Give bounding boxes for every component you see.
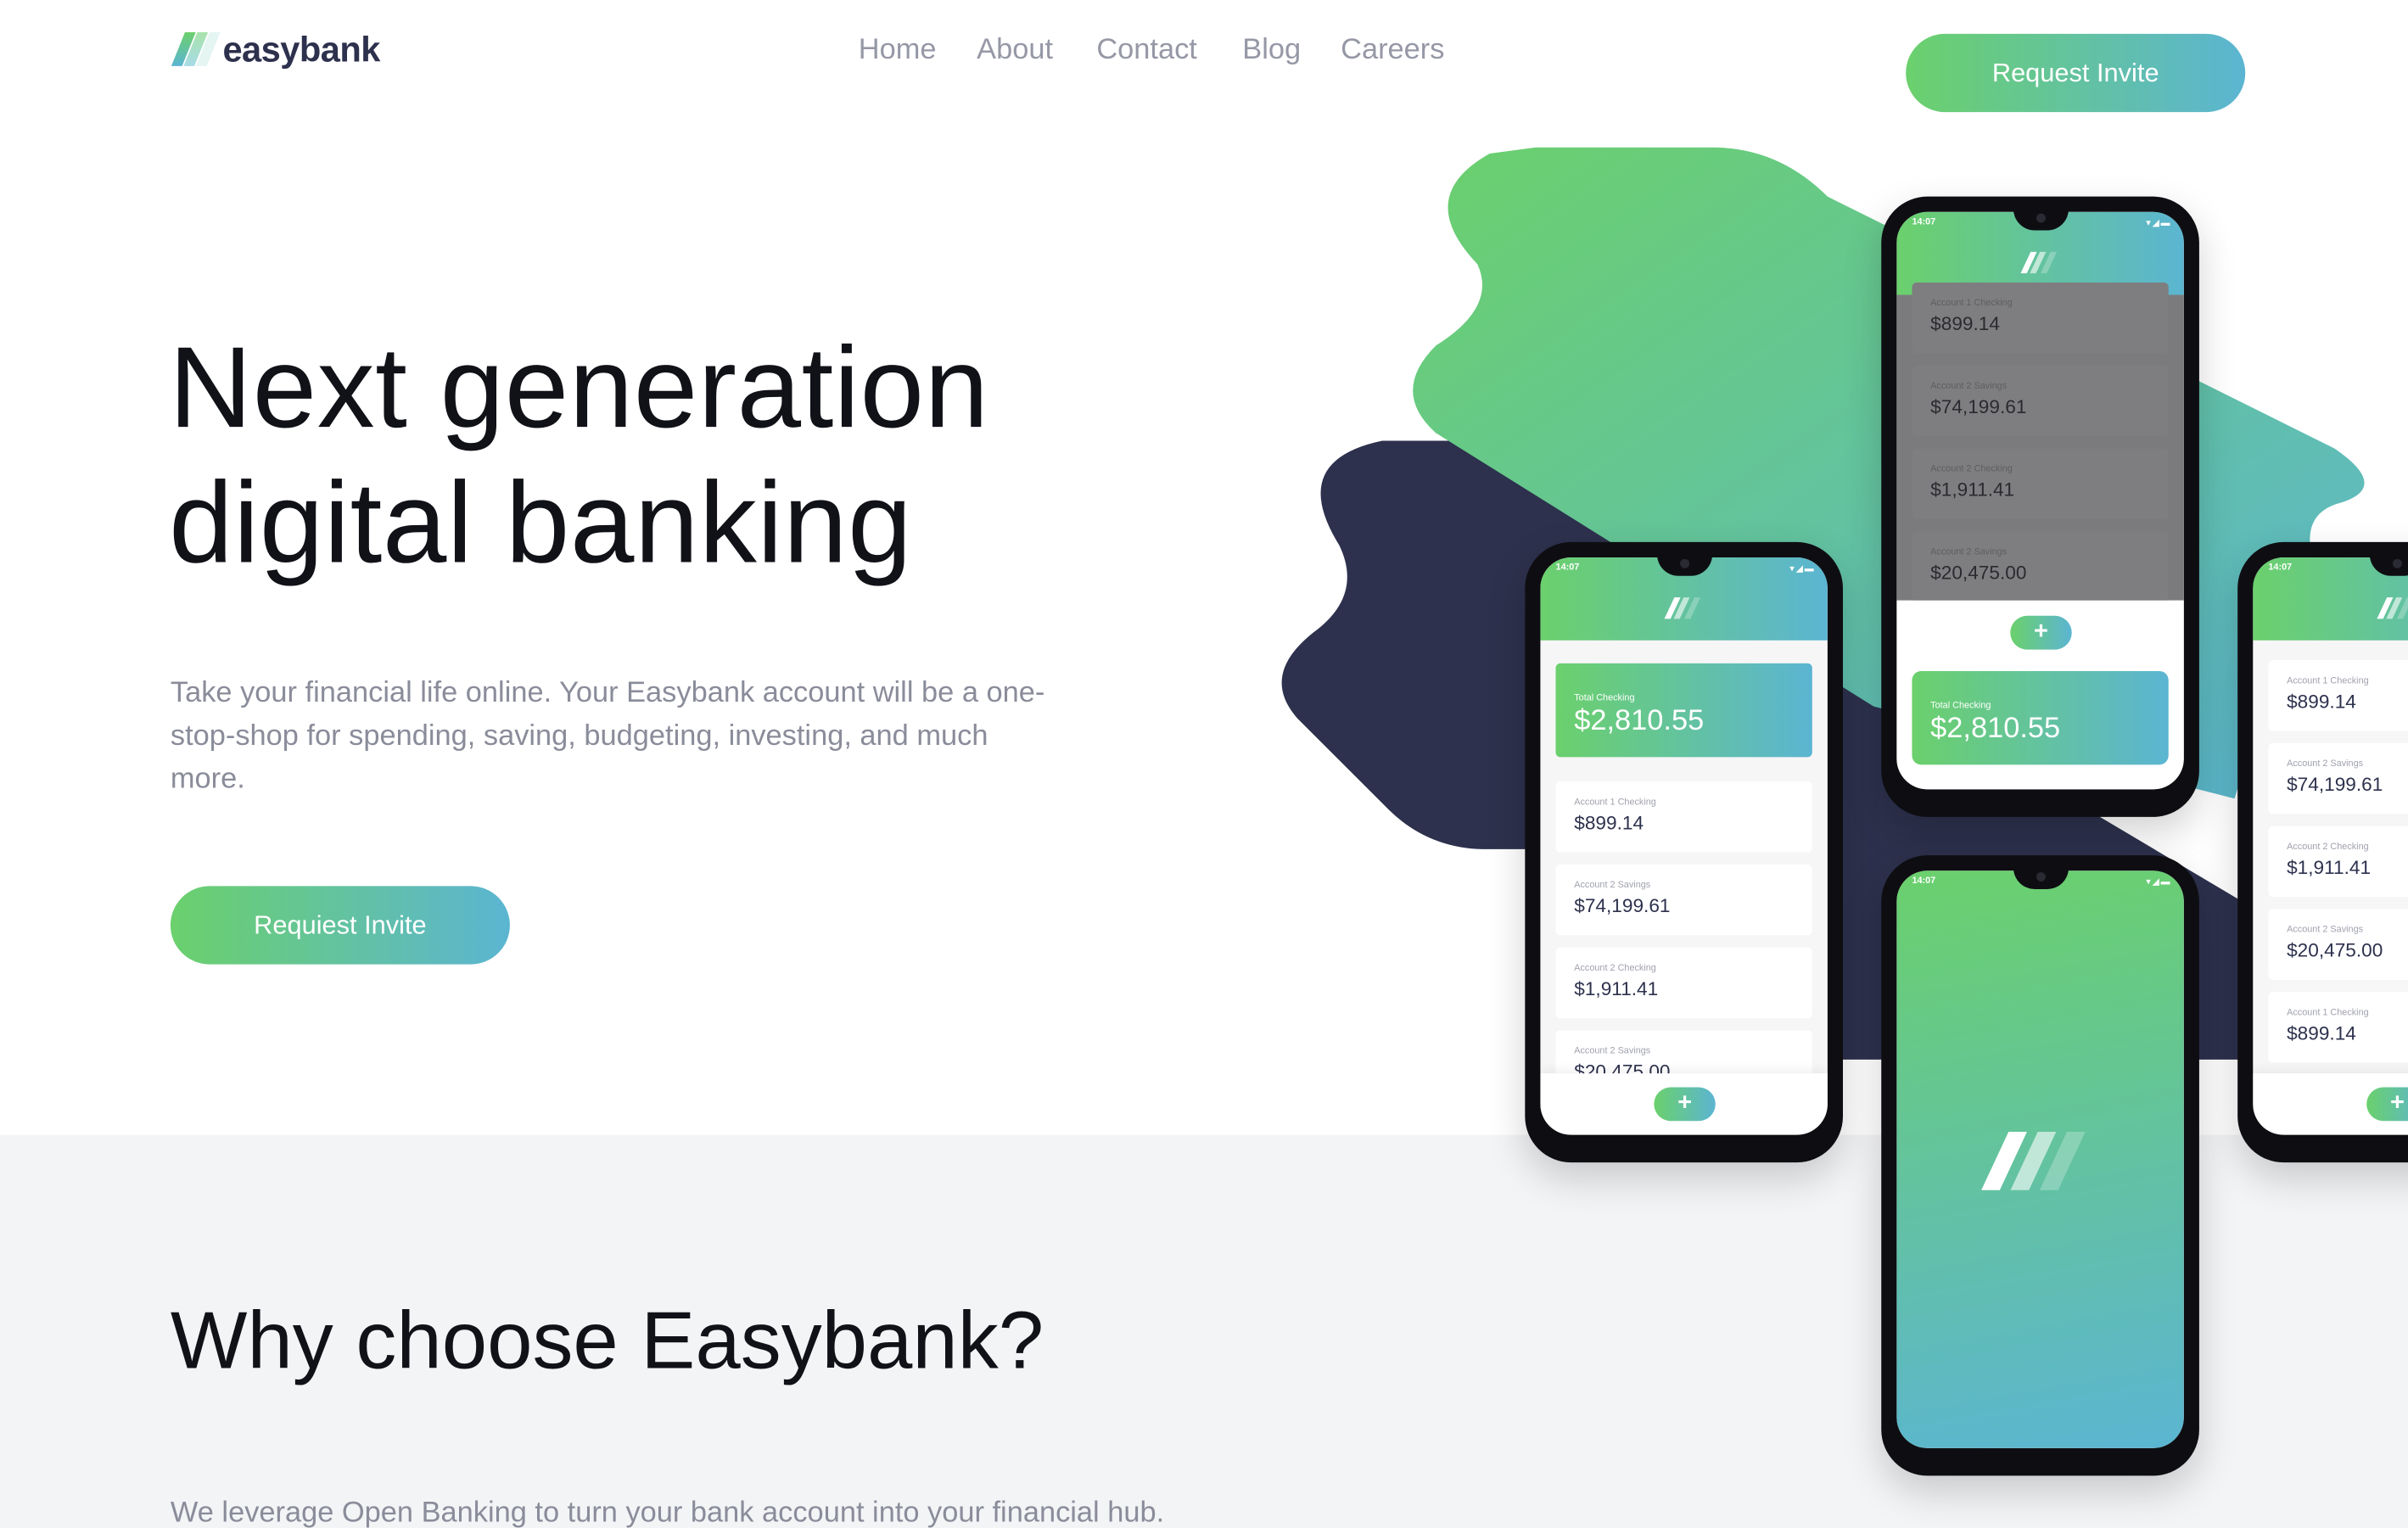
bottom-sheet: + Total Checking $2,810.55: [1896, 600, 2184, 790]
account-label: Account 1 Checking: [1574, 798, 1656, 809]
hero-title-line2: digital banking: [169, 457, 913, 587]
account-amount: $74,199.61: [2287, 774, 2383, 796]
why-title: Why choose Easybank?: [170, 1296, 1044, 1387]
account-amount: $899.14: [1574, 812, 1644, 834]
header-request-invite-button[interactable]: Request Invite: [1906, 33, 2246, 113]
app-logo-icon: [1664, 597, 1700, 619]
plus-icon: +: [1677, 1090, 1693, 1117]
dimmed-account-list: Account 1 Checking $899.14 Account 2 Savin…: [1896, 283, 2184, 602]
plus-icon: +: [2034, 618, 2048, 646]
total-checking-card[interactable]: Total Checking $2,810.55: [1555, 663, 1812, 758]
account-card[interactable]: Account 1 Checking $899.14: [2268, 992, 2408, 1063]
app-logo-icon: [2020, 251, 2057, 274]
add-button[interactable]: +: [2010, 615, 2072, 650]
bottom-bar: +: [1540, 1073, 1828, 1135]
status-icons: ▾◢▬: [1789, 565, 1816, 574]
add-button[interactable]: +: [2366, 1087, 2408, 1122]
account-label: Account 2 Savings: [1574, 881, 1651, 891]
total-label: Total Checking: [1574, 694, 1635, 703]
status-time: 14:07: [2268, 563, 2293, 574]
total-label: Total Checking: [1930, 702, 1991, 712]
account-amount: $899.14: [1930, 313, 2000, 335]
account-card[interactable]: Account 2 Checking $1,911.41: [2268, 826, 2408, 898]
account-card[interactable]: Account 2 Savings $74,199.61: [1555, 865, 1812, 936]
account-label: Account 1 Checking: [1930, 299, 2013, 309]
account-label: Account 2 Checking: [1574, 964, 1656, 974]
phone-screen: Account 1 Checking $899.14 Account 2 Savin…: [1896, 211, 2184, 790]
phone-screen: 14:07 ▾◢▬: [1896, 870, 2184, 1448]
status-time: 14:07: [1555, 563, 1580, 574]
account-amount: $899.14: [2287, 691, 2356, 713]
hero-description: Take your financial life online. Your Ea…: [170, 677, 1045, 796]
account-label: Account 1 Checking: [2287, 1009, 2369, 1019]
account-card[interactable]: Account 2 Checking $1,911.41: [1912, 448, 2169, 519]
account-label: Account 2 Savings: [1930, 548, 2008, 558]
account-card[interactable]: Account 2 Savings $20,475.00: [2268, 909, 2408, 980]
easybank-logo[interactable]: easybank: [171, 28, 380, 71]
account-card[interactable]: Account 2 Savings $20,475.00: [1912, 531, 2169, 602]
logo-text: easybank: [222, 28, 380, 69]
hero-title: Next generation digital banking: [169, 319, 989, 590]
account-card[interactable]: Account 2 Savings $74,199.61: [2268, 743, 2408, 814]
account-amount: $74,199.61: [1930, 395, 2027, 418]
nav-about[interactable]: About: [977, 34, 1053, 68]
hero-request-invite-button[interactable]: Requiest Invite: [170, 886, 510, 965]
logo-slashes-icon: [171, 32, 221, 66]
phone-screen: Total Checking $2,810.55 Account 1 Checkin…: [1540, 557, 1828, 1135]
phone-mockup: 14:07 ▾◢▬: [1881, 855, 2199, 1476]
nav-home[interactable]: Home: [859, 34, 937, 68]
bottom-bar: +: [2253, 1073, 2408, 1135]
phone-mockup: Total Checking $2,810.55 Account 1 Checkin…: [1525, 541, 1843, 1163]
account-card[interactable]: Account 1 Checking $899.14: [1555, 781, 1812, 853]
add-button[interactable]: +: [1654, 1087, 1716, 1122]
nav-careers[interactable]: Careers: [1341, 34, 1444, 68]
nav-blog[interactable]: Blog: [1242, 34, 1301, 68]
account-amount: $1,911.41: [1574, 977, 1659, 1000]
status-time: 14:07: [1912, 218, 1936, 227]
total-amount: $2,810.55: [1574, 704, 1705, 737]
total-amount: $2,810.55: [1930, 712, 2061, 745]
status-icons: ▾◢▬: [2146, 878, 2172, 888]
account-card[interactable]: Account 1 Checking $899.14: [2268, 660, 2408, 731]
status-time: 14:07: [1912, 876, 1936, 887]
nav-contact[interactable]: Contact: [1096, 34, 1197, 68]
page: easybank Home About Contact Blog Careers…: [0, 0, 2408, 1528]
account-amount: $74,199.61: [1574, 895, 1671, 917]
account-label: Account 2 Savings: [2287, 759, 2364, 770]
why-description: We leverage Open Banking to turn your ba…: [170, 1497, 1165, 1528]
account-label: Account 2 Checking: [1930, 465, 2013, 475]
app-logo-icon: [2377, 597, 2408, 619]
account-card[interactable]: Account 2 Savings $74,199.61: [1912, 365, 2169, 437]
account-amount: $1,911.41: [2287, 856, 2372, 879]
plus-icon: +: [2389, 1090, 2405, 1117]
phone-mockup: Account 1 Checking $899.14 Account 2 Savin…: [2237, 541, 2408, 1163]
account-label: Account 2 Savings: [2287, 926, 2364, 936]
account-card[interactable]: Account 1 Checking $899.14: [1912, 283, 2169, 354]
hero-title-line1: Next generation: [169, 322, 989, 452]
account-label: Account 2 Checking: [2287, 842, 2369, 853]
account-label: Account 2 Savings: [1574, 1047, 1651, 1057]
account-amount: $20,475.00: [2287, 939, 2383, 962]
account-label: Account 2 Savings: [1930, 382, 2008, 392]
account-amount: $1,911.41: [1930, 479, 2015, 501]
account-amount: $899.14: [2287, 1022, 2356, 1044]
app-logo-icon: [1981, 1131, 2087, 1190]
account-amount: $20,475.00: [1930, 562, 2027, 584]
phone-screen: Account 1 Checking $899.14 Account 2 Savin…: [2253, 557, 2408, 1135]
account-label: Account 1 Checking: [2287, 677, 2369, 687]
total-checking-card[interactable]: Total Checking $2,810.55: [1912, 670, 2169, 765]
phone-mockup: Account 1 Checking $899.14 Account 2 Savin…: [1881, 196, 2199, 817]
status-icons: ▾◢▬: [2146, 219, 2172, 229]
account-card[interactable]: Account 2 Checking $1,911.41: [1555, 947, 1812, 1019]
